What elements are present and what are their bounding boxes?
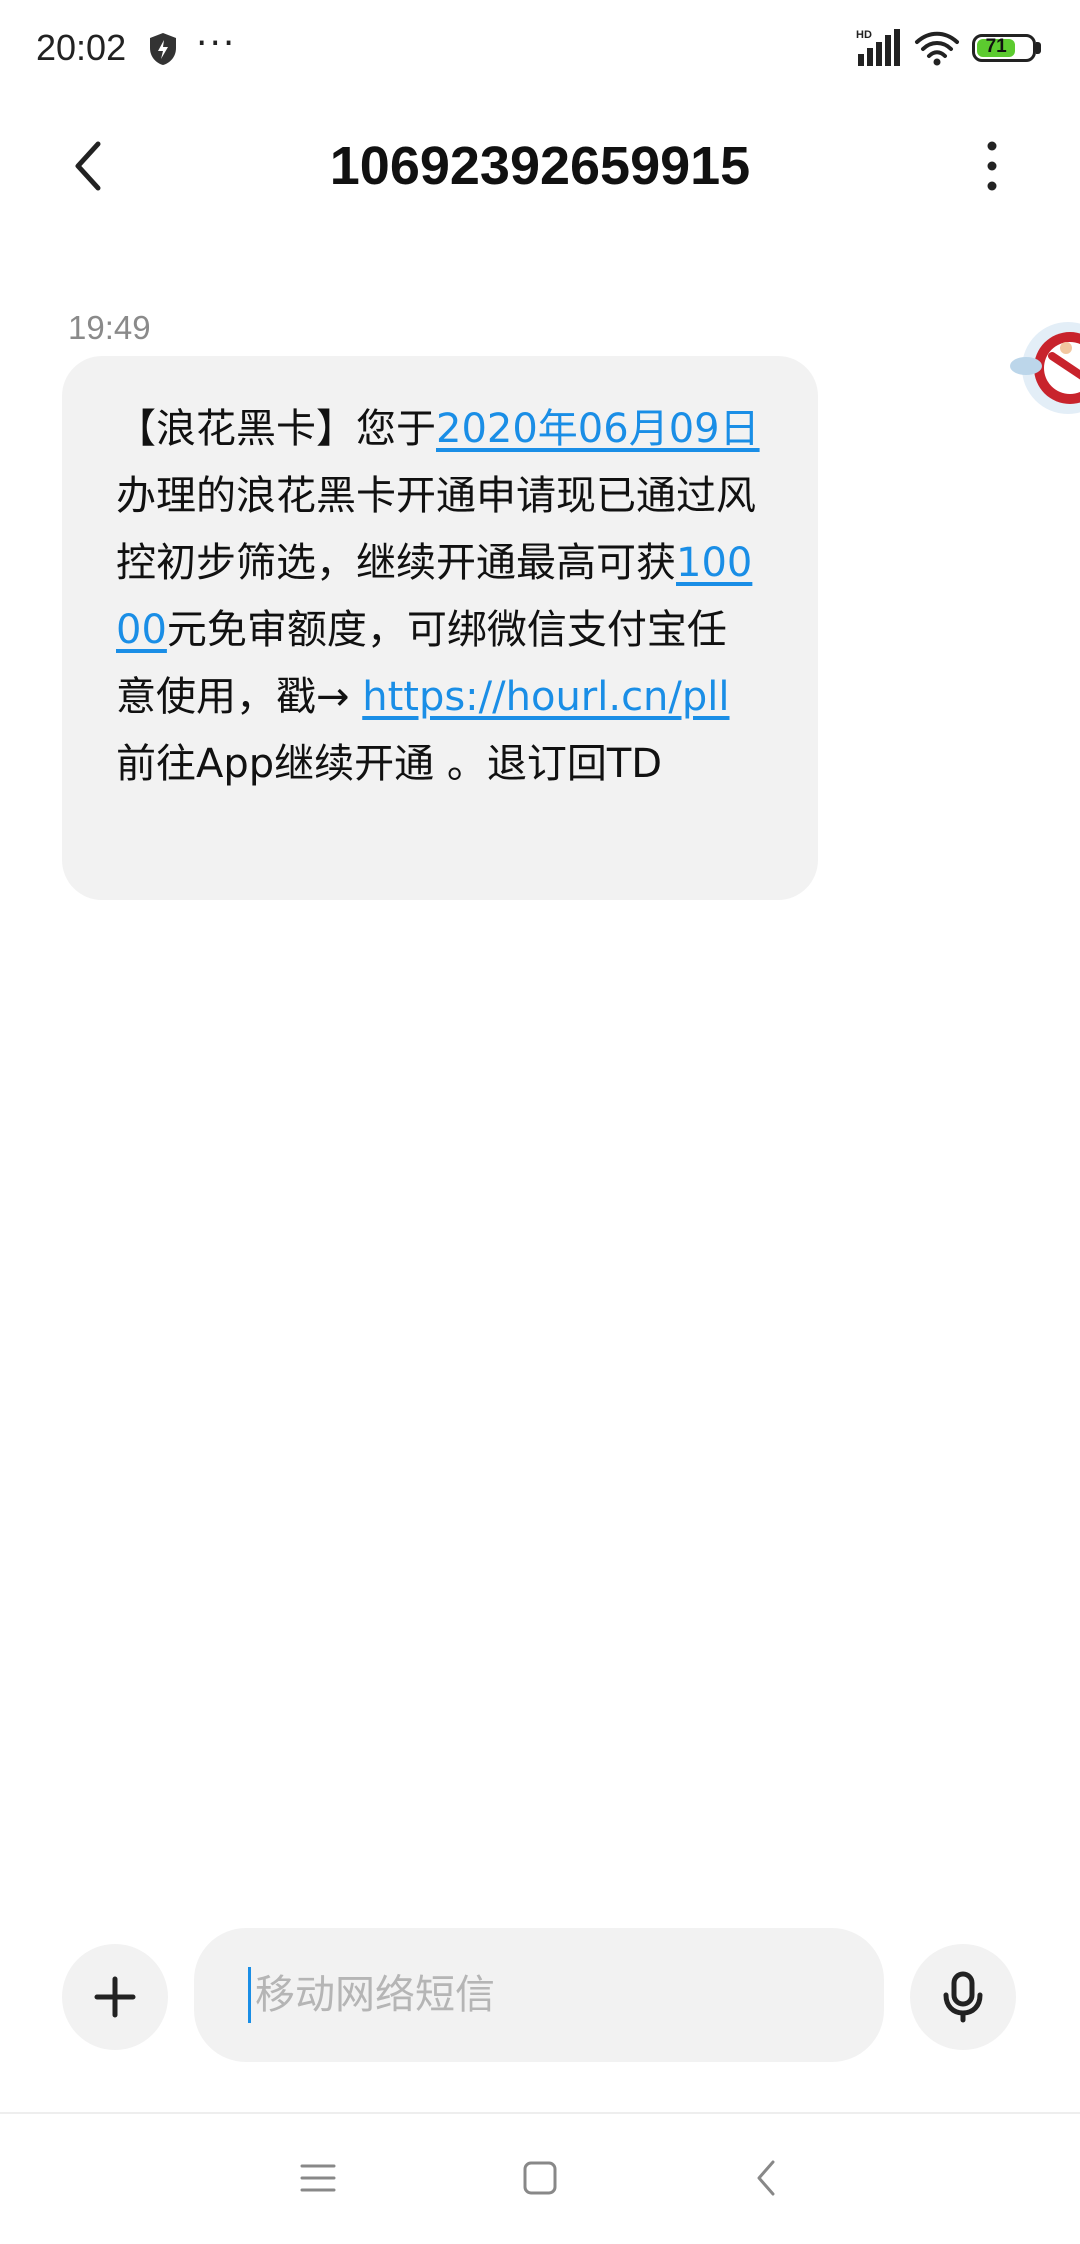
- back-button[interactable]: [56, 126, 120, 206]
- status-bar: 20:02 ··· HD 71: [0, 0, 1080, 96]
- back-icon: [757, 2160, 775, 2196]
- recent-apps-button[interactable]: [288, 2148, 348, 2208]
- menu-icon: [300, 2164, 336, 2192]
- system-back-button[interactable]: [736, 2148, 796, 2208]
- message-timestamp: 19:49: [68, 309, 151, 346]
- message-input[interactable]: [253, 1971, 817, 2019]
- status-time: 20:02: [36, 27, 127, 68]
- message-segment: 前往App继续开通 。退订回TD: [116, 741, 663, 787]
- voice-input-button[interactable]: [910, 1944, 1016, 2050]
- system-nav-bar: [0, 2114, 1080, 2244]
- back-arrow-icon: [75, 141, 101, 191]
- status-overflow: ···: [196, 23, 237, 64]
- shield-icon: [150, 33, 176, 65]
- more-vertical-icon: [987, 141, 997, 191]
- conversation-title: 10692392659915: [329, 136, 751, 196]
- message-date-link[interactable]: 2020年06月09日: [436, 406, 760, 452]
- add-attachment-button[interactable]: [62, 1944, 168, 2050]
- floating-mascot-icon[interactable]: [1008, 296, 1080, 436]
- battery-fill: 71: [977, 36, 1016, 57]
- home-icon: [523, 2161, 557, 2195]
- network-label: HD: [856, 29, 872, 41]
- battery-nub: [1036, 42, 1041, 54]
- message-url-link[interactable]: https://hourl.cn/pll: [362, 674, 729, 720]
- text-caret: [248, 1967, 251, 2023]
- message-segment: 【浪花黑卡】您于: [116, 406, 436, 452]
- message-bubble[interactable]: 【浪花黑卡】您于2020年06月09日办理的浪花黑卡开通申请现已通过风控初步筛选…: [62, 356, 818, 900]
- plus-icon: [94, 1976, 136, 2018]
- message-text: 【浪花黑卡】您于2020年06月09日办理的浪花黑卡开通申请现已通过风控初步筛选…: [116, 396, 766, 798]
- home-button[interactable]: [510, 2148, 570, 2208]
- message-segment: 办理的浪花黑卡开通申请现已通过风控初步筛选，继续开通最高可获: [116, 473, 756, 586]
- signal-icon: HD: [856, 29, 900, 66]
- battery-icon: 71: [972, 34, 1036, 62]
- more-options-button[interactable]: [960, 126, 1024, 206]
- wifi-icon: [915, 31, 959, 66]
- microphone-icon: [943, 1971, 983, 2023]
- message-composer[interactable]: [194, 1928, 884, 2062]
- battery-level: 71: [985, 36, 1007, 57]
